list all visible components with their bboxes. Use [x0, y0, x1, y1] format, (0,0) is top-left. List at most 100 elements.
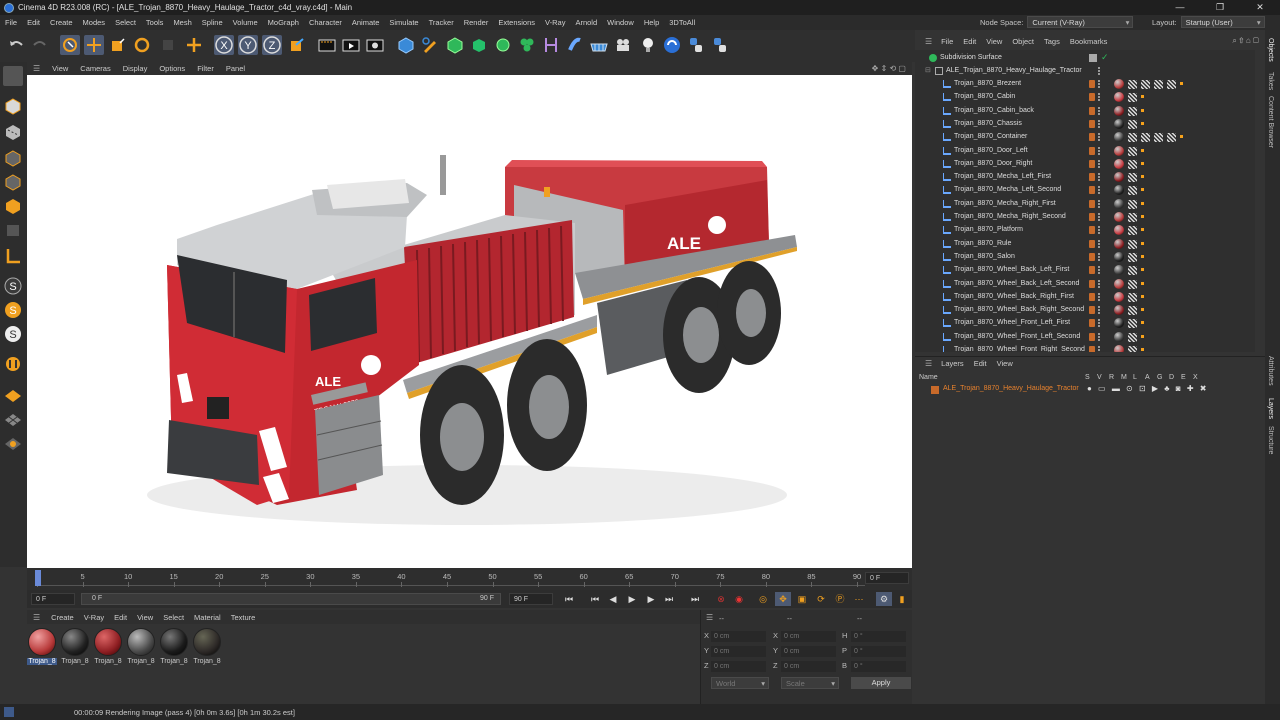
selection-tag-icon[interactable]	[1141, 188, 1144, 192]
material-tag-icon[interactable]	[1114, 198, 1124, 209]
visibility-dots[interactable]	[1098, 226, 1101, 235]
object-row[interactable]: Trojan_8870_Cabin_back	[915, 105, 1255, 118]
uvw-tag-icon[interactable]	[1128, 133, 1137, 143]
object-row[interactable]: Trojan_8870_Door_Left	[915, 145, 1255, 158]
uvw-tag-icon[interactable]	[1128, 252, 1137, 262]
layers-menu-view[interactable]: View	[992, 359, 1018, 368]
material-tag-icon[interactable]	[1114, 318, 1124, 329]
visibility-dots[interactable]	[1098, 67, 1101, 75]
previous-frame-button[interactable]: ◀	[605, 592, 621, 606]
uvw-tag-icon[interactable]	[1128, 146, 1137, 156]
node-space-dropdown[interactable]: Current (V-Ray)	[1027, 16, 1134, 28]
tab-layers[interactable]: Layers	[1267, 398, 1274, 419]
uvw-tag-icon[interactable]	[1128, 199, 1137, 209]
uvw-tag-icon[interactable]	[1128, 266, 1137, 276]
layer-name[interactable]: ALE_Trojan_8870_Heavy_Haulage_Tractor	[943, 385, 1079, 392]
preview-range-slider[interactable]: 0 F 90 F	[81, 593, 501, 605]
layer-color-swatch[interactable]	[1089, 199, 1095, 208]
selection-tag-icon[interactable]	[1141, 334, 1144, 338]
uvw-tag-icon[interactable]	[1141, 80, 1150, 89]
selection-tag-icon[interactable]	[1141, 175, 1144, 179]
object-row[interactable]: Trojan_8870_Rule	[915, 238, 1255, 251]
uvw-tag-icon[interactable]	[1128, 279, 1137, 289]
coordinate-system-icon[interactable]	[184, 35, 204, 55]
menu-select[interactable]: Select	[110, 18, 141, 27]
material-tag-icon[interactable]	[1114, 345, 1124, 352]
hamburger-icon[interactable]: ☰	[921, 37, 936, 46]
uv-mode-icon[interactable]	[3, 220, 23, 240]
light-icon[interactable]	[638, 35, 658, 55]
material-tag-icon[interactable]	[1114, 132, 1124, 143]
object-row[interactable]: Trojan_8870_Mecha_Left_First	[915, 171, 1255, 184]
object-row[interactable]: Trojan_8870_Salon	[915, 251, 1255, 264]
layer-row[interactable]: ALE_Trojan_8870_Heavy_Haulage_Tractor ● …	[915, 384, 1265, 396]
hamburger-icon[interactable]: ☰	[27, 64, 46, 73]
scale-key-icon[interactable]: ▣	[794, 592, 810, 606]
pla-key-icon[interactable]: ⋯	[851, 592, 867, 606]
visibility-dots[interactable]	[1098, 133, 1101, 142]
object-row[interactable]: Trojan_8870_Wheel_Back_Left_Second	[915, 278, 1255, 291]
selection-tag-icon[interactable]	[1141, 228, 1144, 232]
object-row[interactable]: Trojan_8870_Wheel_Back_Right_Second	[915, 304, 1255, 317]
material-menu-edit[interactable]: Edit	[109, 613, 132, 622]
menu-modes[interactable]: Modes	[78, 18, 111, 27]
material-menu-vray[interactable]: V-Ray	[79, 613, 109, 622]
go-to-start-button[interactable]: ⏮	[561, 592, 577, 606]
material-tag-icon[interactable]	[1114, 185, 1124, 196]
menu-arnold[interactable]: Arnold	[570, 18, 602, 27]
object-row[interactable]: Trojan_8870_Wheel_Back_Right_First	[915, 291, 1255, 304]
floor-icon[interactable]	[589, 35, 609, 55]
layer-color-swatch[interactable]	[1089, 332, 1095, 341]
viewport-nav-icons[interactable]: ✥ ⇕ ⟲ ▢	[872, 64, 906, 73]
menu-spline[interactable]: Spline	[197, 18, 228, 27]
material-menu-view[interactable]: View	[132, 613, 158, 622]
viewport-menu-panel[interactable]: Panel	[220, 64, 251, 73]
cloner-icon[interactable]	[493, 35, 513, 55]
layer-color-icon[interactable]	[931, 386, 939, 394]
menu-tools[interactable]: Tools	[141, 18, 169, 27]
auto-keying-icon[interactable]: ◉	[731, 592, 747, 606]
rotate-tool-icon[interactable]	[132, 35, 152, 55]
viewport-menu-filter[interactable]: Filter	[191, 64, 220, 73]
position-y-field[interactable]: 0 cm	[711, 646, 766, 657]
selection-tag-icon[interactable]	[1141, 121, 1144, 125]
keyframe-selection-icon[interactable]: ◎	[755, 592, 771, 606]
uvw-tag-icon[interactable]	[1128, 226, 1137, 236]
workplane-icon[interactable]	[3, 384, 23, 404]
uvw-tag-icon[interactable]	[1128, 106, 1137, 116]
hamburger-icon[interactable]: ☰	[921, 359, 936, 368]
layer-color-swatch[interactable]	[1089, 146, 1095, 155]
render-settings-icon[interactable]	[365, 35, 385, 55]
z-axis-lock-icon[interactable]: Z	[262, 35, 282, 55]
lock-workplane-icon[interactable]	[3, 432, 23, 452]
material-swatch[interactable]: Trojan_8	[126, 628, 156, 665]
end-frame-field[interactable]: 90 F	[509, 593, 553, 605]
layers-menu-edit[interactable]: Edit	[969, 359, 992, 368]
layer-color-swatch[interactable]	[1089, 106, 1095, 115]
3d-viewport[interactable]: ALE ALE	[27, 75, 912, 568]
undo-icon[interactable]	[6, 35, 26, 55]
viewport-menu-view[interactable]: View	[46, 64, 74, 73]
selection-tag-icon[interactable]	[1141, 161, 1144, 165]
camera-icon[interactable]	[613, 35, 633, 55]
uvw-tag-icon[interactable]	[1141, 133, 1150, 143]
menu-window[interactable]: Window	[602, 18, 639, 27]
object-row[interactable]: Trojan_8870_Door_Right	[915, 158, 1255, 171]
selection-tag-icon[interactable]	[1141, 95, 1144, 99]
render-view-icon[interactable]	[317, 35, 337, 55]
deformer-icon[interactable]	[541, 35, 561, 55]
layer-color-swatch[interactable]	[1089, 252, 1095, 261]
selection-tag-icon[interactable]	[1141, 348, 1144, 351]
material-tag-icon[interactable]	[1114, 79, 1124, 89]
move-tool-icon[interactable]	[84, 35, 104, 55]
menu-help[interactable]: Help	[639, 18, 664, 27]
timeline-ruler[interactable]: 051015202530354045505560657075808590 0 F	[27, 568, 912, 590]
maximize-button[interactable]: ❐	[1200, 0, 1240, 15]
timeline-icon[interactable]: ▮	[894, 592, 910, 606]
object-menu-view[interactable]: View	[981, 37, 1007, 46]
visibility-dots[interactable]	[1098, 332, 1101, 341]
workplane-snap-icon[interactable]: S	[3, 324, 23, 344]
material-swatch[interactable]: Trojan_8	[93, 628, 123, 665]
selection-tag-icon[interactable]	[1141, 215, 1144, 218]
layer-color-swatch[interactable]	[1089, 266, 1095, 275]
